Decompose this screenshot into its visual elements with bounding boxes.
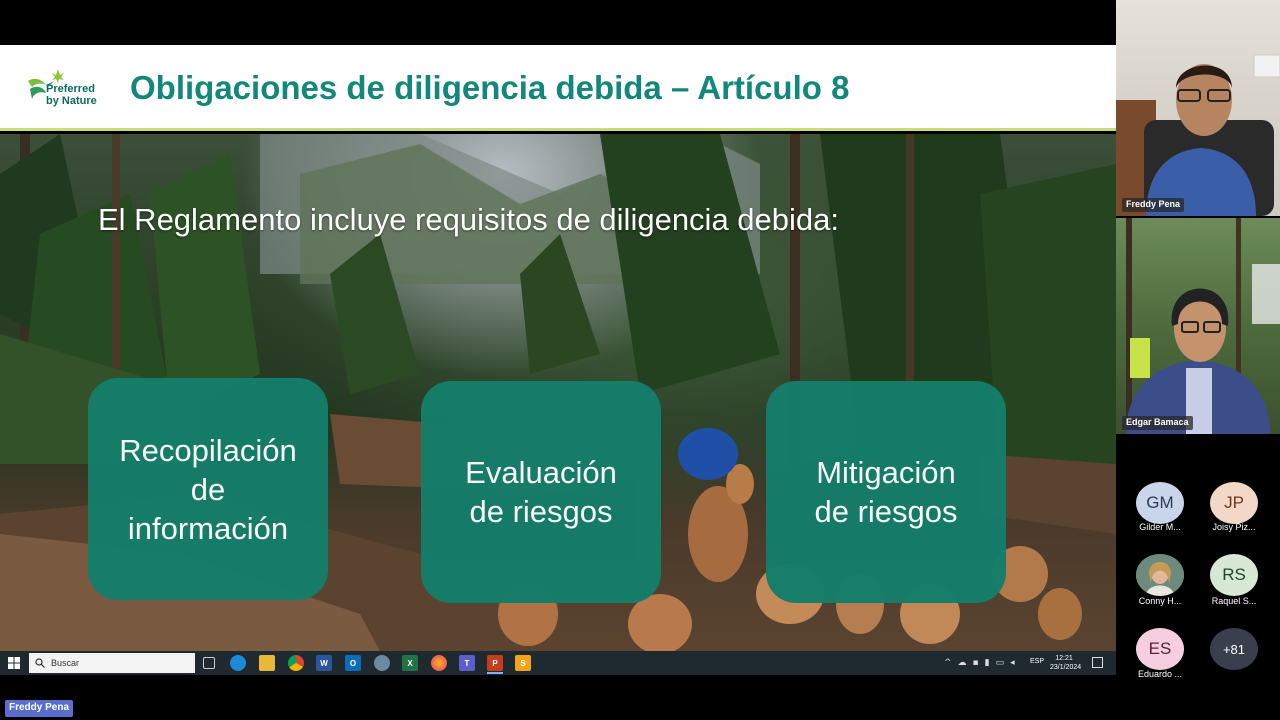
participant-video xyxy=(1116,54,1280,216)
participant-video xyxy=(1126,218,1280,434)
avatar-initials: GM xyxy=(1146,493,1174,512)
presenter-label: Freddy Pena xyxy=(5,700,74,717)
video-tile-edgar-bamaca[interactable]: Edgar Bamaca xyxy=(1116,218,1280,434)
input-language[interactable]: ESP xyxy=(1030,658,1044,665)
logo-line-1: Preferred xyxy=(46,83,95,95)
powerpoint-active-indicator xyxy=(487,672,503,674)
search-placeholder: Buscar xyxy=(51,658,80,668)
card-3-line-1: Mitigación xyxy=(816,455,956,490)
participant-name-tag: Freddy Pena xyxy=(1122,198,1185,212)
meeting-window: Preferred by Nature Obligaciones de dili… xyxy=(0,0,1280,720)
taskbar-clock[interactable]: 12:21 23/1/2024 xyxy=(1050,654,1082,672)
windows-taskbar: Buscar W O X T P S ^ ☁ ▪ ▮ ▭ ◂ ESP 12:21… xyxy=(0,651,1116,675)
system-tray: ^ ☁ ▪ ▮ ▭ ◂ xyxy=(944,657,1015,669)
chevron-up-icon[interactable]: ^ xyxy=(944,658,952,668)
participant-avatar-conny[interactable] xyxy=(1136,554,1184,596)
task-view-icon[interactable] xyxy=(203,657,215,669)
video-tile-freddy-pena[interactable]: Freddy Pena xyxy=(1116,0,1280,216)
card-mitigacion: Mitigación de riesgos xyxy=(766,381,1006,603)
firefox-icon[interactable] xyxy=(431,655,447,671)
slide-title: Obligaciones de diligencia debida – Artí… xyxy=(130,69,850,106)
card-1-line-1: Recopilación xyxy=(119,432,297,468)
logo-text: Preferred by Nature xyxy=(46,83,97,107)
participant-name-tag: Edgar Bamaca xyxy=(1122,416,1193,430)
profile-photo xyxy=(1136,554,1184,596)
battery-icon[interactable]: ▭ xyxy=(996,658,1005,668)
search-icon xyxy=(35,658,45,668)
shared-slide: Preferred by Nature Obligaciones de dili… xyxy=(0,45,1116,651)
logo-line-2: by Nature xyxy=(46,95,97,107)
participant-name: Joisy Piz... xyxy=(1212,522,1256,532)
participant-name: Gilder M... xyxy=(1139,522,1181,532)
edge-icon[interactable] xyxy=(230,655,246,671)
participant-avatar-es[interactable]: ES xyxy=(1136,628,1184,670)
network-icon[interactable]: ▪ xyxy=(973,658,979,668)
slide-subtitle: El Reglamento incluye requisitos de dili… xyxy=(98,202,840,237)
cloud-icon[interactable]: ☁ xyxy=(958,658,967,668)
photos-icon[interactable] xyxy=(374,655,390,671)
clock-date: 23/1/2024 xyxy=(1050,664,1082,671)
more-participants-button[interactable]: +81 xyxy=(1210,628,1258,670)
avatar-initials: ES xyxy=(1148,639,1172,658)
participant-name: Conny H... xyxy=(1138,596,1182,606)
card-recopilacion: Recopilación de información xyxy=(88,378,328,600)
card-evaluacion: Evaluación de riesgos xyxy=(421,381,661,603)
participant-name: Eduardo ... xyxy=(1137,669,1183,679)
avatar-initials: JP xyxy=(1224,493,1244,512)
more-count: +81 xyxy=(1222,641,1246,657)
participant-avatar-gm[interactable]: GM xyxy=(1136,482,1184,524)
taskbar-search-box[interactable]: Buscar xyxy=(29,653,195,673)
teams-icon[interactable]: T xyxy=(459,655,475,671)
word-icon[interactable]: W xyxy=(316,655,332,671)
slide-background: El Reglamento incluye requisitos de dili… xyxy=(0,134,1116,651)
card-1-line-3: información xyxy=(127,510,289,546)
slide-header: Preferred by Nature Obligaciones de dili… xyxy=(0,45,1116,131)
participant-avatar-jp[interactable]: JP xyxy=(1210,482,1258,524)
card-3-line-2: de riesgos xyxy=(814,494,958,529)
powerpoint-icon[interactable]: P xyxy=(487,655,503,671)
file-explorer-icon[interactable] xyxy=(259,655,275,671)
skype-icon[interactable]: S xyxy=(515,655,531,671)
windows-start-icon[interactable] xyxy=(8,657,20,669)
clock-time: 12:21 xyxy=(1055,655,1073,662)
card-2-line-2: de riesgos xyxy=(469,494,613,529)
outlook-icon[interactable]: O xyxy=(345,655,361,671)
chrome-icon[interactable] xyxy=(288,655,304,671)
card-1-line-2: de xyxy=(190,471,226,507)
card-2-line-1: Evaluación xyxy=(465,455,617,490)
participant-avatar-rs[interactable]: RS xyxy=(1210,554,1258,596)
avatar-initials: RS xyxy=(1222,565,1246,584)
speaker-icon[interactable]: ◂ xyxy=(1010,658,1015,668)
excel-icon[interactable]: X xyxy=(402,655,418,671)
participant-name: Raquel S... xyxy=(1211,596,1257,606)
preferred-by-nature-logo: Preferred by Nature xyxy=(24,67,120,113)
notification-icon[interactable] xyxy=(1092,657,1103,668)
microphone-icon[interactable]: ▮ xyxy=(985,658,990,668)
